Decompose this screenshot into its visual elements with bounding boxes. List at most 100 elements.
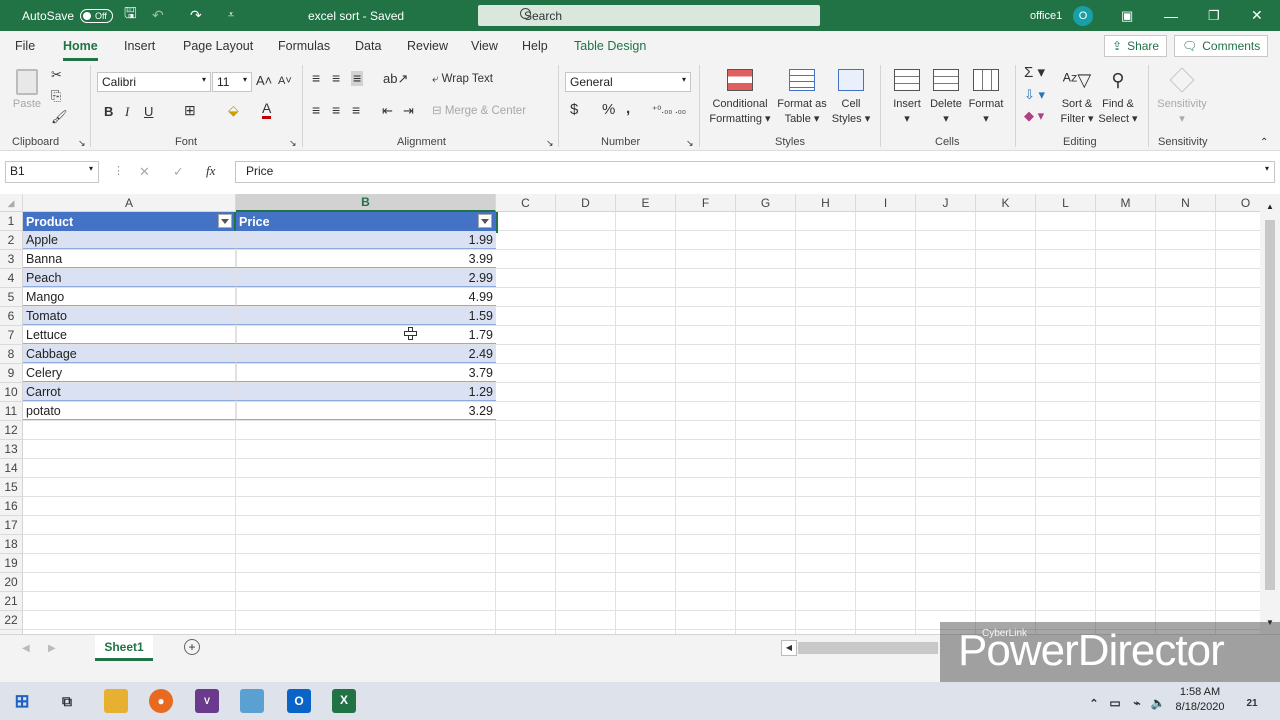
align-right-icon[interactable]: ≡ bbox=[352, 103, 360, 118]
row-header-13[interactable]: 13 bbox=[0, 440, 23, 459]
task-view-icon[interactable]: ⧉ bbox=[55, 689, 79, 713]
next-sheet-icon[interactable]: ▶ bbox=[48, 641, 56, 656]
product-cell[interactable]: potato bbox=[23, 402, 236, 420]
volume-icon[interactable]: 🔈 bbox=[1146, 691, 1170, 715]
column-header-m[interactable]: M bbox=[1096, 194, 1156, 212]
row-header-16[interactable]: 16 bbox=[0, 497, 23, 516]
quick-access-icon[interactable]: ⩡ bbox=[228, 0, 234, 31]
fill-icon[interactable]: ⇩ ▾ bbox=[1024, 87, 1045, 102]
row-header-4[interactable]: 4 bbox=[0, 269, 23, 288]
avatar[interactable]: O bbox=[1073, 5, 1093, 26]
insert-cells-button[interactable]: Insert ▾ bbox=[889, 69, 925, 127]
align-bottom-icon[interactable]: ≡ bbox=[351, 71, 364, 86]
minimize-icon[interactable]: — bbox=[1164, 0, 1178, 31]
row-header-21[interactable]: 21 bbox=[0, 592, 23, 611]
price-cell[interactable]: 3.99 bbox=[236, 250, 496, 268]
insert-function-icon[interactable]: fx bbox=[206, 163, 215, 178]
sort-filter-button[interactable]: ᴬᶻ▽ Sort & Filter ▾ bbox=[1058, 69, 1096, 127]
increase-indent-icon[interactable]: ⇥ bbox=[403, 103, 414, 118]
product-cell[interactable]: Lettuce bbox=[23, 326, 236, 344]
decrease-decimal-icon[interactable]: .₀₀ bbox=[675, 103, 686, 118]
conditional-formatting-button[interactable]: Conditional Formatting ▾ bbox=[704, 69, 776, 127]
tab-file[interactable]: File bbox=[15, 39, 35, 53]
row-header-10[interactable]: 10 bbox=[0, 383, 23, 402]
row-header-7[interactable]: 7 bbox=[0, 326, 23, 345]
tab-view[interactable]: View bbox=[471, 39, 498, 53]
ribbon-display-icon[interactable]: ▣ bbox=[1121, 0, 1133, 31]
align-center-icon[interactable]: ≡ bbox=[332, 103, 340, 118]
font-color-icon[interactable]: A bbox=[262, 101, 272, 119]
scroll-up-icon[interactable]: ▲ bbox=[1266, 202, 1274, 211]
horizontal-scroll-thumb[interactable] bbox=[798, 642, 938, 654]
increase-decimal-icon[interactable]: ⁺⁰.₀₀ bbox=[652, 103, 672, 118]
bold-button[interactable]: B bbox=[104, 104, 113, 119]
column-header-g[interactable]: G bbox=[736, 194, 796, 212]
row-header-17[interactable]: 17 bbox=[0, 516, 23, 535]
align-top-icon[interactable]: ≡ bbox=[312, 71, 320, 86]
excel-taskbar-icon[interactable]: X bbox=[332, 689, 356, 713]
outlook-icon[interactable]: O bbox=[287, 689, 311, 713]
merge-center-button[interactable]: ⊟ Merge & Center bbox=[432, 104, 526, 119]
price-cell[interactable]: 3.79 bbox=[236, 364, 496, 382]
increase-font-icon[interactable]: A˄ bbox=[256, 73, 272, 88]
price-cell[interactable]: 1.59 bbox=[236, 307, 496, 325]
format-painter-icon[interactable]: 🖌 bbox=[51, 109, 68, 124]
table-header-price[interactable]: Price bbox=[234, 212, 498, 233]
tab-page-layout[interactable]: Page Layout bbox=[183, 39, 253, 53]
font-launcher-icon[interactable]: ↘ bbox=[289, 136, 297, 151]
number-format-select[interactable]: General ▾ bbox=[565, 72, 691, 92]
row-header-2[interactable]: 2 bbox=[0, 231, 23, 250]
tab-data[interactable]: Data bbox=[355, 39, 381, 53]
font-size-select[interactable]: 11 ▾ bbox=[212, 72, 252, 92]
fill-color-icon[interactable]: ⬙ bbox=[228, 103, 239, 118]
clipboard-launcher-icon[interactable]: ↘ bbox=[78, 136, 86, 151]
orientation-icon[interactable]: ab↗ bbox=[383, 71, 408, 86]
close-icon[interactable]: ✕ bbox=[1251, 0, 1263, 31]
scroll-left-icon[interactable]: ◀ bbox=[781, 640, 797, 656]
undo-icon[interactable]: ↶ bbox=[152, 0, 164, 31]
font-name-select[interactable]: Calibri ▾ bbox=[97, 72, 211, 92]
autosave-toggle[interactable]: Off bbox=[80, 8, 113, 23]
number-launcher-icon[interactable]: ↘ bbox=[686, 136, 694, 151]
formula-input[interactable]: Price ▾ bbox=[235, 161, 1275, 183]
sheet-tab-sheet1[interactable]: Sheet1 bbox=[95, 635, 153, 661]
vnc-icon[interactable]: V bbox=[195, 689, 219, 713]
column-header-f[interactable]: F bbox=[676, 194, 736, 212]
file-explorer-icon[interactable] bbox=[104, 689, 128, 713]
row-header-8[interactable]: 8 bbox=[0, 345, 23, 364]
product-cell[interactable]: Mango bbox=[23, 288, 236, 306]
product-cell[interactable]: Celery bbox=[23, 364, 236, 382]
tab-formulas[interactable]: Formulas bbox=[278, 39, 330, 53]
product-cell[interactable]: Banna bbox=[23, 250, 236, 268]
autosum-icon[interactable]: Σ ▾ bbox=[1024, 65, 1045, 80]
filter-dropdown-icon[interactable] bbox=[478, 214, 492, 228]
column-header-c[interactable]: C bbox=[496, 194, 556, 212]
select-all[interactable]: ◢ bbox=[0, 194, 23, 212]
clear-icon[interactable]: ◆ ▾ bbox=[1024, 108, 1044, 123]
firefox-icon[interactable]: ● bbox=[149, 689, 173, 713]
battery-icon[interactable]: ▭ bbox=[1103, 691, 1127, 715]
row-header-9[interactable]: 9 bbox=[0, 364, 23, 383]
enter-icon[interactable]: ✓ bbox=[173, 164, 184, 179]
wrap-text-button[interactable]: ⤶ Wrap Text bbox=[432, 72, 493, 87]
vertical-scrollbar[interactable]: ▲ ▼ bbox=[1260, 194, 1280, 634]
underline-button[interactable]: U bbox=[144, 104, 153, 119]
delete-cells-button[interactable]: Delete ▾ bbox=[928, 69, 964, 127]
row-header-12[interactable]: 12 bbox=[0, 421, 23, 440]
price-cell[interactable]: 1.79 bbox=[236, 326, 496, 344]
collapse-ribbon-icon[interactable]: ⌃ bbox=[1260, 135, 1268, 150]
product-cell[interactable]: Tomato bbox=[23, 307, 236, 325]
find-select-button[interactable]: ⚲ Find & Select ▾ bbox=[1097, 69, 1139, 127]
document-title[interactable]: excel sort - Saved bbox=[308, 0, 404, 31]
tab-home[interactable]: Home bbox=[63, 39, 98, 61]
comments-button[interactable]: 🗨 Comments bbox=[1174, 35, 1269, 57]
prev-sheet-icon[interactable]: ◀ bbox=[22, 641, 30, 656]
name-box[interactable]: B1 ▾ bbox=[5, 161, 99, 183]
price-cell[interactable]: 1.29 bbox=[236, 383, 496, 401]
copy-icon[interactable]: ⎘ bbox=[51, 88, 61, 103]
align-middle-icon[interactable]: ≡ bbox=[332, 71, 340, 86]
windows-start-icon[interactable]: ⊞ bbox=[10, 689, 34, 713]
paste-button[interactable]: Paste bbox=[12, 69, 42, 112]
save-icon[interactable]: 🖫 bbox=[124, 0, 137, 31]
cell-styles-button[interactable]: Cell Styles ▾ bbox=[829, 69, 873, 127]
